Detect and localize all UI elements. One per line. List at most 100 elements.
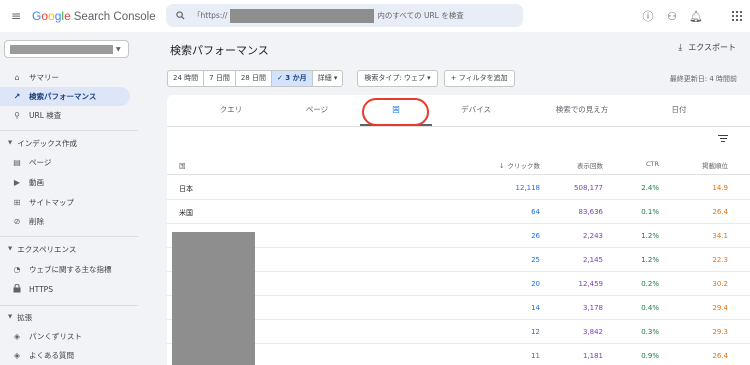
sidebar-item-label: 検索パフォーマンス — [29, 92, 97, 101]
main-content: 検索パフォーマンス ⤓ エクスポート 24 時間 7 日間 28 日間 ✓ 3 … — [138, 32, 750, 365]
collapse-arrow-icon: ▼ — [8, 314, 13, 320]
tab-pages[interactable]: ページ — [295, 95, 339, 127]
tab-search-appearance[interactable]: 検索での見え方 — [537, 95, 627, 127]
tab-dates[interactable]: 日付 — [659, 95, 699, 127]
cell-clicks: 12,118 — [515, 184, 541, 192]
notifications-icon[interactable]: 🔔︎ — [684, 10, 708, 23]
tab-devices[interactable]: デバイス — [452, 95, 500, 127]
column-header-impressions[interactable]: 表示回数 — [577, 160, 603, 170]
date-range-28d[interactable]: 28 日間 — [236, 71, 272, 86]
cell-position: 29.3 — [712, 328, 728, 336]
menu-icon[interactable]: ≡ — [0, 9, 32, 23]
sidebar-item-search-performance[interactable]: ↗ 検索パフォーマンス — [0, 87, 130, 106]
remove-icon: ⊘ — [13, 217, 21, 226]
section-indexing[interactable]: ▼ インデックス作成 — [0, 135, 138, 151]
date-range-7d[interactable]: 7 日間 — [204, 71, 236, 86]
table-header: 国 ↓ クリック数 表示回数 CTR 掲載順位 — [167, 151, 750, 175]
section-experience[interactable]: ▼ エクスペリエンス — [0, 241, 138, 257]
page-icon: ▤ — [13, 158, 21, 167]
sidebar-item-core-web-vitals[interactable]: ◔ ウェブに関する主な指標 — [0, 260, 130, 279]
sidebar-item-breadcrumbs[interactable]: ◈ パンくずリスト — [0, 327, 130, 346]
sidebar-item-label: HTTPS — [29, 285, 53, 294]
sort-down-icon: ↓ — [499, 162, 505, 170]
chevron-down-icon: ▼ — [116, 45, 121, 53]
highlight-annotation — [362, 98, 429, 126]
column-header-country[interactable]: 国 — [179, 160, 186, 170]
product-name: Search Console — [73, 11, 156, 23]
cell-clicks: 26 — [531, 232, 540, 240]
cell-position: 29.4 — [712, 304, 728, 312]
sidebar-item-label: 動画 — [29, 178, 44, 187]
collapse-arrow-icon: ▼ — [8, 140, 13, 146]
add-filter-button[interactable]: + フィルタを追加 — [443, 70, 515, 87]
sidebar-item-faq[interactable]: ◈ よくある質問 — [0, 346, 130, 365]
table-row[interactable]: 日本 12,118 508,177 2.4% 14.9 — [167, 176, 750, 200]
tab-queries[interactable]: クエリ — [209, 95, 253, 127]
results-card: クエリ ページ 国 デバイス 検索での見え方 日付 国 ↓ クリック数 表示回数 … — [167, 95, 750, 365]
trending-icon: ↗ — [13, 92, 21, 101]
sidebar-item-label: サイトマップ — [29, 198, 74, 207]
date-range-3m[interactable]: ✓ 3 か月 — [271, 71, 313, 86]
sidebar-item-label: URL 検査 — [29, 111, 62, 120]
sidebar-item-videos[interactable]: ▶ 動画 — [0, 173, 130, 192]
section-enhancements[interactable]: ▼ 拡張 — [0, 309, 138, 325]
sidebar-item-pages[interactable]: ▤ ページ — [0, 153, 130, 172]
help-icon[interactable]: ⓘ — [636, 8, 660, 24]
cell-impressions: 3,842 — [582, 328, 603, 336]
cell-impressions: 1,181 — [582, 352, 603, 360]
logo-letter: o — [48, 9, 55, 23]
date-range-more[interactable]: 詳細 ▾ — [313, 71, 343, 86]
search-type-chip[interactable]: 検索タイプ: ウェブ ▾ — [357, 70, 438, 87]
sitemap-icon: ⊞ — [13, 198, 21, 207]
date-range-selector: 24 時間 7 日間 28 日間 ✓ 3 か月 詳細 ▾ — [167, 70, 344, 87]
download-icon: ⤓ — [678, 42, 683, 53]
property-selector[interactable]: ▼ — [4, 40, 129, 58]
cell-position: 26.4 — [712, 352, 728, 360]
sidebar-item-https[interactable]: HTTPS — [0, 280, 130, 299]
cell-clicks: 20 — [531, 280, 540, 288]
sidebar-item-label: ウェブに関する主な指標 — [29, 265, 112, 274]
cell-ctr: 0.9% — [641, 352, 659, 360]
table-row[interactable]: 米国 64 83,636 0.1% 26.4 — [167, 200, 750, 224]
account-settings-icon[interactable]: ⚇ — [660, 10, 684, 23]
column-header-clicks[interactable]: ↓ クリック数 — [499, 160, 540, 170]
export-label: エクスポート — [688, 43, 736, 52]
logo-letter: o — [41, 9, 49, 23]
cell-clicks: 14 — [531, 304, 540, 312]
cell-position: 26.4 — [712, 208, 728, 216]
sidebar-item-sitemaps[interactable]: ⊞ サイトマップ — [0, 193, 130, 212]
column-header-ctr[interactable]: CTR — [646, 160, 659, 168]
url-inspect-search-input[interactable]: 「https:// 内のすべての URL を検査 — [166, 4, 523, 27]
cell-ctr: 0.3% — [641, 328, 659, 336]
cell-position: 14.9 — [712, 184, 728, 192]
sidebar-item-label: サマリー — [29, 73, 59, 82]
cell-ctr: 0.1% — [641, 208, 659, 216]
redacted-country-names — [172, 232, 255, 365]
apps-icon[interactable] — [732, 11, 742, 21]
product-logo[interactable]: Google Search Console — [32, 9, 156, 23]
last-updated: 最終更新日: 4 時間前 — [669, 75, 737, 83]
cell-clicks: 25 — [531, 256, 540, 264]
search-suffix: 内のすべての URL を検査 — [377, 11, 464, 20]
search-icon — [176, 11, 185, 20]
video-icon: ▶ — [13, 178, 21, 187]
section-label: 拡張 — [17, 312, 33, 322]
sidebar-item-label: よくある質問 — [29, 351, 74, 360]
cell-clicks: 12 — [531, 328, 540, 336]
date-range-24h[interactable]: 24 時間 — [168, 71, 205, 86]
cell-ctr: 1.2% — [641, 256, 659, 264]
lock-icon — [11, 283, 23, 295]
export-button[interactable]: ⤓ エクスポート — [678, 42, 736, 53]
sidebar-item-label: パンくずリスト — [29, 332, 82, 341]
sidebar-item-summary[interactable]: ⌂ サマリー — [0, 68, 130, 87]
column-header-position[interactable]: 掲載順位 — [702, 160, 728, 170]
sidebar-item-label: 削除 — [29, 217, 44, 226]
filter-rows-icon[interactable] — [718, 135, 728, 144]
divider — [0, 130, 138, 131]
divider — [0, 305, 138, 306]
sidebar-item-url-inspection[interactable]: ⚲ URL 検査 — [0, 106, 130, 125]
redacted-domain — [230, 8, 375, 23]
sidebar-item-removals[interactable]: ⊘ 削除 — [0, 212, 130, 231]
dimension-tabs: クエリ ページ 国 デバイス 検索での見え方 日付 — [167, 95, 750, 127]
cell-country: 日本 — [179, 185, 193, 193]
